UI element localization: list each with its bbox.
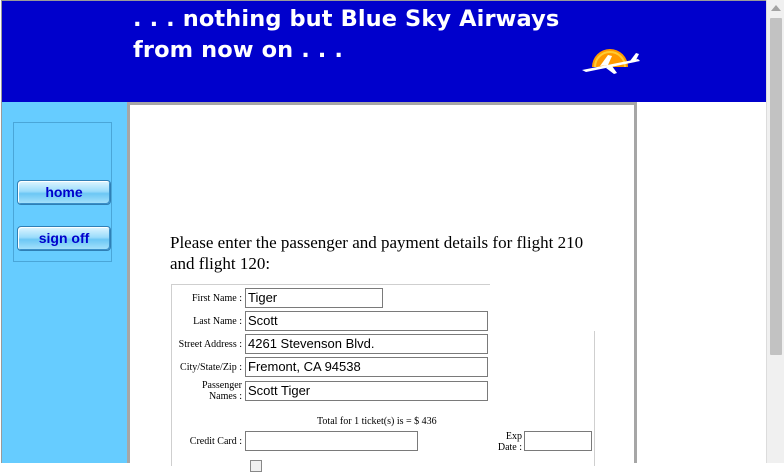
passenger-names-label-line-2: Names : xyxy=(208,391,242,402)
airplane-sun-logo-icon xyxy=(578,49,642,74)
sign-off-button[interactable]: sign off xyxy=(17,226,111,251)
main-content: Please enter the passenger and payment d… xyxy=(127,102,637,472)
header-banner: . . . nothing but Blue Sky Airways from … xyxy=(2,1,766,102)
form-border-top xyxy=(171,284,490,285)
last-name-field[interactable]: Scott xyxy=(245,311,488,331)
form-border-left xyxy=(171,284,172,466)
scrollbar-thumb[interactable] xyxy=(770,18,782,355)
ticket-total-text: Total for 1 ticket(s) is = $ 436 xyxy=(317,416,437,427)
form-border-right xyxy=(594,331,595,466)
banner-slogan-line-1: . . . nothing but Blue Sky Airways xyxy=(133,6,560,32)
home-button[interactable]: home xyxy=(17,180,111,205)
credit-card-field[interactable] xyxy=(245,431,418,451)
passenger-names-label-line-1: Passenger xyxy=(202,380,242,391)
credit-card-label: Credit Card : xyxy=(189,436,242,447)
scroll-up-arrow-icon[interactable] xyxy=(771,5,781,11)
vertical-scrollbar[interactable] xyxy=(766,0,784,463)
city-state-zip-field[interactable]: Fremont, CA 94538 xyxy=(245,357,488,377)
instructions-text: Please enter the passenger and payment d… xyxy=(170,233,584,273)
street-address-field[interactable]: 4261 Stevenson Blvd. xyxy=(245,334,488,354)
banner-slogan-line-2: from now on . . . xyxy=(133,37,344,63)
checkbox[interactable] xyxy=(250,460,262,472)
exp-date-label-line-1: Exp xyxy=(505,431,522,442)
last-name-label: Last Name : xyxy=(193,316,242,327)
street-address-label: Street Address : xyxy=(178,339,242,350)
passenger-names-field[interactable]: Scott Tiger xyxy=(245,381,488,401)
exp-date-field[interactable] xyxy=(524,431,592,451)
exp-date-label-line-2: Date : xyxy=(497,442,522,453)
first-name-label: First Name : xyxy=(192,293,242,304)
first-name-field[interactable]: Tiger xyxy=(245,288,383,308)
city-state-zip-label: City/State/Zip : xyxy=(180,362,242,373)
nav-panel: home sign off xyxy=(13,122,112,262)
